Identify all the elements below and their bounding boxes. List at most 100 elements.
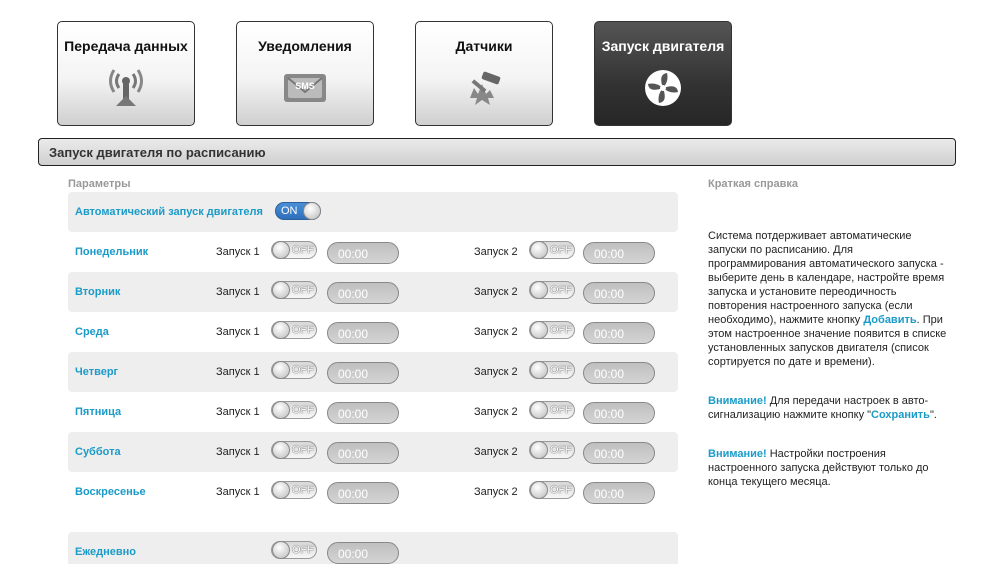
toggle-state: OFF — [292, 444, 314, 456]
day-name: Суббота — [75, 446, 121, 458]
day-row-wednesday: Среда Запуск 1 OFF 00:00 Запуск 2 OFF 00… — [68, 312, 678, 352]
add-link[interactable]: Добавить — [863, 314, 916, 326]
toggle-knob — [272, 321, 290, 339]
help-text: ". — [929, 409, 937, 421]
svg-text:SMS: SMS — [295, 81, 315, 91]
launch2-toggle[interactable]: OFF — [529, 241, 575, 259]
day-name: Воскресенье — [75, 486, 146, 498]
tab-notifications[interactable]: Уведомления SMS — [236, 21, 374, 126]
toggle-state: OFF — [550, 284, 572, 296]
tab-engine-start[interactable]: Запуск двигателя — [594, 21, 732, 126]
launch1-label: Запуск 1 — [216, 246, 260, 258]
launch1-toggle[interactable]: OFF — [271, 481, 317, 499]
tab-data-transfer[interactable]: Передача данных — [57, 21, 195, 126]
launch2-toggle[interactable]: OFF — [529, 441, 575, 459]
launch2-toggle[interactable]: OFF — [529, 281, 575, 299]
auto-start-row: Автоматический запуск двигателя ON — [68, 192, 678, 232]
day-name: Пятница — [75, 406, 122, 418]
launch2-label: Запуск 2 — [474, 486, 518, 498]
launch2-label: Запуск 2 — [474, 446, 518, 458]
auto-start-toggle[interactable]: ON — [275, 202, 321, 220]
day-name: Четверг — [75, 366, 119, 378]
toggle-knob — [530, 441, 548, 459]
toggle-knob — [272, 541, 290, 559]
launch1-time-input[interactable]: 00:00 — [327, 282, 399, 304]
sms-icon: SMS — [284, 74, 326, 102]
warning-label: Внимание! — [708, 448, 767, 460]
launch2-time-input[interactable]: 00:00 — [583, 402, 655, 424]
launch1-time-input[interactable]: 00:00 — [327, 402, 399, 424]
toggle-state: OFF — [292, 404, 314, 416]
toggle-state: OFF — [292, 364, 314, 376]
launch1-time-input[interactable]: 00:00 — [327, 242, 399, 264]
launch1-time-input[interactable]: 00:00 — [327, 322, 399, 344]
launch1-toggle[interactable]: OFF — [271, 241, 317, 259]
toggle-knob — [272, 481, 290, 499]
toggle-state: OFF — [292, 484, 314, 496]
launch2-time-input[interactable]: 00:00 — [583, 282, 655, 304]
launch1-label: Запуск 1 — [216, 486, 260, 498]
launch2-label: Запуск 2 — [474, 286, 518, 298]
tab-sensors[interactable]: Датчики — [415, 21, 553, 126]
fan-icon — [645, 70, 681, 106]
day-row-sunday: Воскресенье Запуск 1 OFF 00:00 Запуск 2 … — [68, 472, 678, 512]
day-row-saturday: Суббота Запуск 1 OFF 00:00 Запуск 2 OFF … — [68, 432, 678, 472]
toggle-state: OFF — [550, 484, 572, 496]
launch2-time-input[interactable]: 00:00 — [583, 242, 655, 264]
daily-toggle[interactable]: OFF — [271, 541, 317, 559]
launch1-toggle[interactable]: OFF — [271, 321, 317, 339]
toggle-knob — [530, 401, 548, 419]
launch1-label: Запуск 1 — [216, 406, 260, 418]
launch1-toggle[interactable]: OFF — [271, 361, 317, 379]
help-paragraph-1: Система потдерживает автоматические запу… — [708, 229, 948, 369]
launch1-time-input[interactable]: 00:00 — [327, 482, 399, 504]
toggle-state: OFF — [550, 324, 572, 336]
launch2-toggle[interactable]: OFF — [529, 321, 575, 339]
launch2-label: Запуск 2 — [474, 406, 518, 418]
tab-label: Уведомления — [258, 38, 352, 54]
day-name: Понедельник — [75, 246, 149, 258]
day-row-tuesday: Вторник Запуск 1 OFF 00:00 Запуск 2 OFF … — [68, 272, 678, 312]
toggle-knob — [272, 361, 290, 379]
launch2-time-input[interactable]: 00:00 — [583, 362, 655, 384]
launch1-time-input[interactable]: 00:00 — [327, 362, 399, 384]
section-title: Запуск двигателя по расписанию — [49, 145, 266, 160]
tab-label: Передача данных — [64, 38, 188, 54]
launch1-toggle[interactable]: OFF — [271, 441, 317, 459]
launch2-toggle[interactable]: OFF — [529, 361, 575, 379]
launch1-label: Запуск 1 — [216, 326, 260, 338]
day-name: Ежедневно — [75, 546, 136, 558]
auto-start-label: Автоматический запуск двигателя — [75, 206, 263, 218]
daily-time-input[interactable]: 00:00 — [327, 542, 399, 564]
launch2-toggle[interactable]: OFF — [529, 481, 575, 499]
day-row-thursday: Четверг Запуск 1 OFF 00:00 Запуск 2 OFF … — [68, 352, 678, 392]
day-name: Среда — [75, 326, 109, 338]
toggle-state: OFF — [292, 244, 314, 256]
launch2-time-input[interactable]: 00:00 — [583, 482, 655, 504]
toggle-state: OFF — [292, 544, 314, 556]
toggle-knob — [272, 441, 290, 459]
toggle-knob — [272, 241, 290, 259]
toggle-state: OFF — [292, 284, 314, 296]
warning-label: Внимание! — [708, 395, 767, 407]
launch2-time-input[interactable]: 00:00 — [583, 322, 655, 344]
launch1-toggle[interactable]: OFF — [271, 281, 317, 299]
day-row-monday: Понедельник Запуск 1 OFF 00:00 Запуск 2 … — [68, 232, 678, 272]
launch2-time-input[interactable]: 00:00 — [583, 442, 655, 464]
day-name: Вторник — [75, 286, 121, 298]
help-text: Система потдерживает автоматические запу… — [708, 230, 945, 326]
sensor-hammer-icon — [470, 71, 501, 105]
toggle-knob — [530, 361, 548, 379]
toggle-state: OFF — [550, 364, 572, 376]
section-header: Запуск двигателя по расписанию — [38, 138, 956, 166]
toggle-state: ON — [281, 205, 298, 217]
toggle-knob — [530, 241, 548, 259]
save-link[interactable]: Сохранить — [871, 409, 930, 421]
launch2-toggle[interactable]: OFF — [529, 401, 575, 419]
launch1-toggle[interactable]: OFF — [271, 401, 317, 419]
launch1-time-input[interactable]: 00:00 — [327, 442, 399, 464]
help-paragraph-3: Внимание! Настройки построения настроенн… — [708, 447, 948, 489]
toggle-knob — [530, 321, 548, 339]
daily-row: Ежедневно OFF 00:00 — [68, 532, 678, 564]
tab-label: Запуск двигателя — [601, 38, 725, 54]
